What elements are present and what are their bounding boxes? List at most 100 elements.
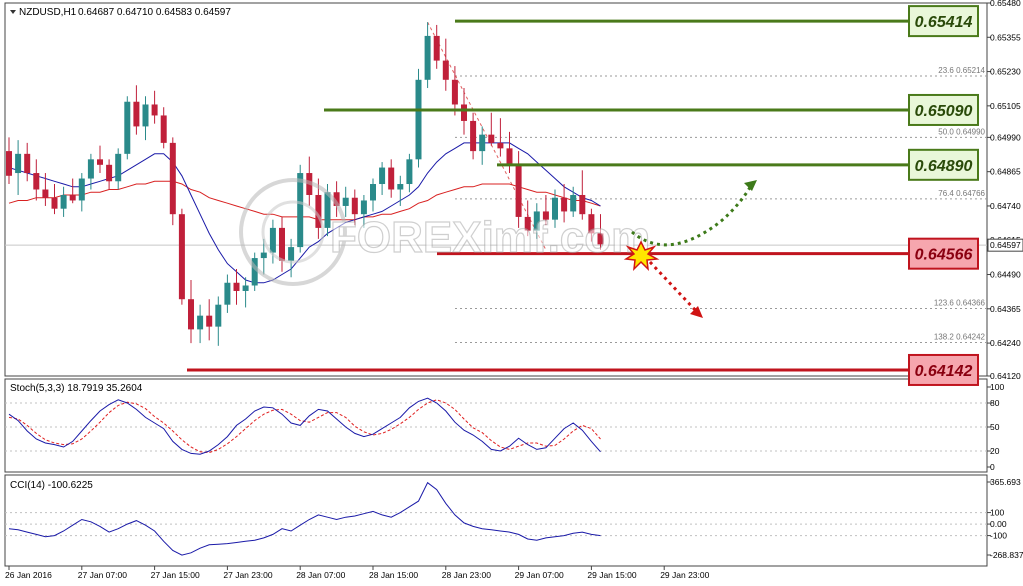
- candle-body: [33, 173, 40, 190]
- candle-body: [461, 104, 467, 121]
- symbol-timeframe: NZDUSD,H1: [19, 7, 77, 18]
- fibo-level-label: 123.6 0.64366: [934, 299, 986, 308]
- candle-body: [133, 101, 140, 127]
- cci-panel: [4, 474, 988, 567]
- stochastic-axis-label: 0: [990, 462, 995, 472]
- stochastic-panel: [4, 378, 988, 473]
- candle-body: [561, 197, 568, 212]
- stochastic-axis-label: 20: [990, 446, 1000, 456]
- price-axis-label: 0.64865: [990, 167, 1021, 177]
- candle-body: [178, 214, 185, 300]
- candle-body: [151, 104, 158, 116]
- price-axis-label: 0.65230: [990, 67, 1021, 77]
- candle-body: [515, 164, 522, 217]
- time-axis-label: 26 Jan 2016: [5, 570, 52, 580]
- cci-axis-label: 0.00: [990, 519, 1007, 529]
- cci-axis-label: -100: [990, 531, 1007, 541]
- candle-body: [351, 197, 358, 215]
- candle-body: [433, 35, 440, 61]
- stochastic-axis-label: 50: [990, 422, 1000, 432]
- watermark-text: FOREXimf.com: [330, 213, 650, 262]
- time-axis-label: 29 Jan 23:00: [660, 570, 709, 580]
- candle-body: [15, 153, 22, 174]
- candle-body: [206, 315, 213, 327]
- time-axis-label: 28 Jan 07:00: [296, 570, 345, 580]
- resistance-level-label: 0.64890: [915, 158, 973, 175]
- cci-axis-label: 365.693: [990, 477, 1021, 487]
- forex-chart: 23.6 0.65214 50.0 0.64990 76.4 0.64766 123.…: [4, 0, 1023, 580]
- candle-body: [24, 153, 31, 174]
- support-level-label: 0.64142: [915, 363, 973, 380]
- candle-body: [488, 134, 495, 143]
- support-level-label: 0.64566: [915, 247, 973, 264]
- candle-body: [579, 194, 586, 215]
- candle-body: [142, 104, 149, 127]
- candle-body: [169, 142, 176, 215]
- current-price-value: 0.64597: [990, 240, 1021, 250]
- candle-body: [160, 115, 167, 143]
- stochastic-axis-label: 100: [990, 382, 1004, 392]
- candle-body: [124, 101, 131, 154]
- candle-body: [197, 315, 204, 330]
- candle-body: [288, 247, 295, 261]
- candle-body: [51, 197, 58, 209]
- time-axis-label: 29 Jan 07:00: [515, 570, 564, 580]
- candle-body: [442, 60, 449, 80]
- candle-body: [406, 159, 413, 185]
- candle-body: [415, 79, 422, 160]
- candle-body: [470, 120, 477, 152]
- candle-body: [497, 142, 504, 149]
- price-axis-label: 0.65105: [990, 101, 1021, 111]
- price-axis-label: 0.64365: [990, 304, 1021, 314]
- candle-body: [570, 194, 577, 212]
- candle-body: [97, 159, 103, 165]
- candle-body: [370, 184, 376, 201]
- resistance-level-label: 0.65414: [915, 14, 973, 31]
- candle-body: [188, 299, 194, 330]
- fibo-level-label: 23.6 0.65214: [938, 66, 985, 75]
- time-axis-label: 28 Jan 15:00: [369, 570, 418, 580]
- candle-body: [60, 194, 67, 209]
- price-axis-label: 0.64740: [990, 201, 1021, 211]
- price-axis-label: 0.65480: [990, 0, 1021, 8]
- candle-body: [479, 134, 486, 152]
- cci-title: CCI(14) -100.6225: [10, 480, 93, 491]
- cci-axis-label: -268.837: [990, 550, 1023, 560]
- fibo-level-label: 76.4 0.64766: [938, 189, 985, 198]
- candle-body: [242, 285, 249, 291]
- candle-body: [506, 148, 513, 165]
- time-axis-label: 27 Jan 23:00: [223, 570, 272, 580]
- time-axis-label: 27 Jan 07:00: [78, 570, 127, 580]
- candle-body: [397, 184, 404, 190]
- candle-body: [260, 252, 267, 259]
- ohlc-readout: 0.64687 0.64710 0.64583 0.64597: [78, 7, 231, 18]
- candle-body: [42, 189, 49, 198]
- cci-axis-label: 100: [990, 508, 1004, 518]
- fibo-level-label: 50.0 0.64990: [938, 127, 985, 136]
- candle-body: [115, 153, 122, 182]
- price-axis-label: 0.64990: [990, 132, 1021, 142]
- price-axis-label: 0.64240: [990, 338, 1021, 348]
- candle-body: [451, 79, 458, 105]
- candle-body: [269, 227, 276, 253]
- price-axis-label: 0.65355: [990, 32, 1021, 42]
- fibo-level-label: 138.2 0.64242: [934, 333, 986, 342]
- time-axis-label: 28 Jan 23:00: [442, 570, 491, 580]
- candle-body: [69, 194, 76, 201]
- price-axis-label: 0.64490: [990, 270, 1021, 280]
- time-axis-label: 29 Jan 15:00: [587, 570, 636, 580]
- candle-body: [87, 159, 94, 179]
- candle-body: [388, 167, 395, 190]
- candle-body: [233, 282, 240, 291]
- time-axis-label: 27 Jan 15:00: [151, 570, 200, 580]
- candle-body: [379, 167, 386, 185]
- price-axis-label: 0.64120: [990, 371, 1021, 381]
- resistance-level-label: 0.65090: [915, 103, 973, 120]
- candle-body: [78, 178, 85, 201]
- candle-body: [215, 304, 222, 327]
- candle-body: [224, 282, 231, 305]
- candle-body: [297, 173, 304, 248]
- candle-body: [106, 164, 113, 182]
- candle-body: [279, 227, 285, 261]
- stochastic-title: Stoch(5,3,3) 18.7919 35.2604: [10, 383, 143, 394]
